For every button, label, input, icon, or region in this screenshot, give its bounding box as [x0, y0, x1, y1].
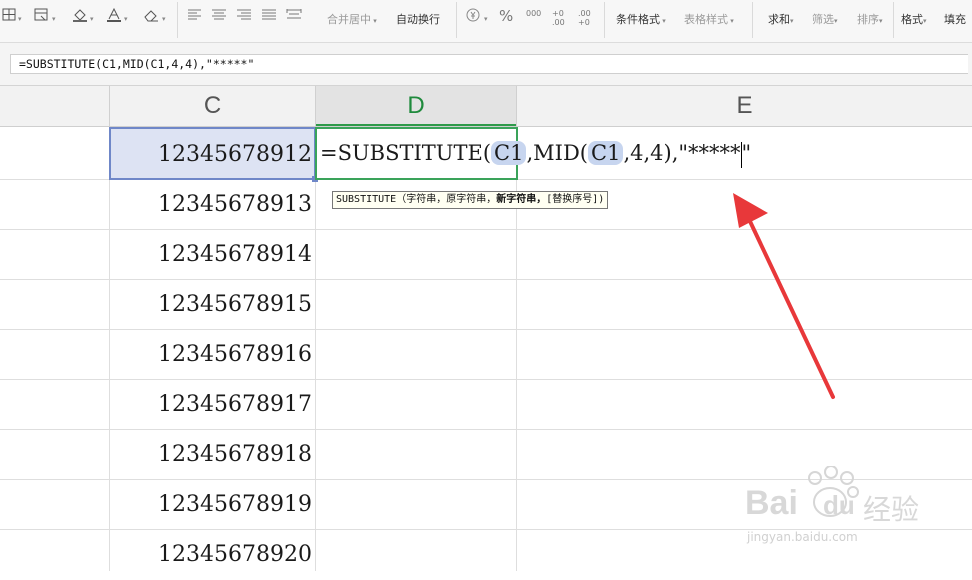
distributed-icon[interactable]: [286, 8, 302, 22]
column-header-row: C D E: [0, 86, 972, 127]
formula-reference-c1-second: C1: [588, 141, 624, 165]
function-tooltip: SUBSTITUTE（字符串，原字符串，新字符串，[替换序号]): [332, 191, 609, 209]
align-right-icon[interactable]: [236, 8, 252, 22]
font-color-icon[interactable]: [106, 8, 122, 22]
cell-c4[interactable]: 12345678915: [110, 280, 315, 330]
toolbar-ribbon: ▾ ▾ ▾ ▾ ▾ 合并居中 ▾ 自动换行 ▾ % 000 +0 .00 .00…: [0, 0, 972, 43]
formula-part-substitute: =SUBSTITUTE(: [320, 141, 492, 165]
watermark-brand-du: du: [823, 490, 855, 520]
cell-style-icon[interactable]: [34, 8, 50, 22]
cell-d1-formula-text[interactable]: =SUBSTITUTE(C1 ,MID(C1,4,4),"*****": [320, 137, 751, 169]
baidu-watermark: Bai du 经验 jingyan.baidu.com: [745, 465, 925, 556]
sum-label: 求和: [768, 13, 790, 26]
cell-c5[interactable]: 12345678916: [110, 330, 315, 380]
borders-icon[interactable]: [2, 8, 18, 22]
currency-caret[interactable]: ▾: [484, 11, 488, 24]
sort-button[interactable]: 排序▾: [857, 11, 883, 27]
annotation-arrow-icon: [733, 193, 835, 399]
filter-button[interactable]: 筛选▾: [812, 11, 838, 27]
cell-c2[interactable]: 12345678913: [110, 180, 315, 230]
align-left-icon[interactable]: [187, 8, 203, 22]
formula-part-quote: ": [741, 141, 752, 165]
column-header-c[interactable]: C: [110, 86, 315, 126]
fill-label: 填充: [944, 13, 966, 26]
percent-button[interactable]: %: [499, 7, 513, 25]
column-header-e[interactable]: E: [517, 86, 972, 126]
watermark-cn: 经验: [863, 493, 920, 526]
cell-style-caret[interactable]: ▾: [52, 11, 56, 24]
increase-decimal-button[interactable]: +0 .00: [552, 9, 574, 27]
cell-c7[interactable]: 12345678918: [110, 430, 315, 480]
fill-color-caret[interactable]: ▾: [90, 11, 94, 24]
fill-button[interactable]: 填充: [944, 11, 966, 27]
cell-c9[interactable]: 12345678920: [110, 530, 315, 580]
watermark-brand: Bai: [745, 484, 798, 522]
cell-c3[interactable]: 12345678914: [110, 230, 315, 280]
merge-center-label: 合并居中: [327, 13, 371, 26]
clear-format-caret[interactable]: ▾: [162, 11, 166, 24]
filter-label: 筛选: [812, 13, 834, 26]
formula-input[interactable]: =SUBSTITUTE(C1,MID(C1,4,4),"*****": [10, 54, 968, 74]
justify-icon[interactable]: [261, 8, 277, 22]
tooltip-current-arg: 新字符串，: [496, 194, 547, 205]
formula-part-args: ,4,4),"*****: [623, 141, 741, 165]
cell-c6[interactable]: 12345678917: [110, 380, 315, 430]
formula-bar: =SUBSTITUTE(C1,MID(C1,4,4),"*****": [0, 43, 972, 86]
fill-color-icon[interactable]: [72, 8, 88, 22]
auto-wrap-button[interactable]: 自动换行: [396, 11, 440, 27]
tooltip-function: SUBSTITUTE（字符串，原字符串，: [336, 194, 497, 205]
conditional-format-button[interactable]: 条件格式 ▾: [616, 11, 666, 27]
clear-format-icon[interactable]: [143, 8, 159, 22]
watermark-url: jingyan.baidu.com: [747, 530, 858, 544]
currency-icon[interactable]: [466, 8, 482, 22]
formula-reference-c1: C1: [491, 141, 527, 165]
cell-c1[interactable]: 12345678912: [110, 130, 315, 180]
active-column-indicator: [316, 124, 516, 126]
formula-part-mid: ,MID(: [526, 141, 588, 165]
sum-button[interactable]: 求和▾: [768, 11, 794, 27]
merge-center-button[interactable]: 合并居中 ▾: [327, 11, 377, 27]
cell-c8[interactable]: 12345678919: [110, 480, 315, 530]
thousands-button[interactable]: 000: [526, 9, 541, 18]
auto-wrap-label: 自动换行: [396, 13, 440, 26]
conditional-format-label: 条件格式: [616, 13, 660, 26]
align-center-icon[interactable]: [211, 8, 227, 22]
decrease-decimal-button[interactable]: .00 +0: [578, 9, 600, 27]
tooltip-rest: [替换序号]): [546, 194, 605, 205]
column-header-d[interactable]: D: [316, 86, 516, 126]
sort-label: 排序: [857, 13, 879, 26]
borders-caret[interactable]: ▾: [18, 11, 22, 24]
table-style-label: 表格样式: [684, 13, 728, 26]
format-button[interactable]: 格式▾: [901, 11, 927, 27]
font-color-caret[interactable]: ▾: [124, 11, 128, 24]
table-style-button[interactable]: 表格样式 ▾: [684, 11, 734, 27]
format-label: 格式: [901, 13, 923, 26]
